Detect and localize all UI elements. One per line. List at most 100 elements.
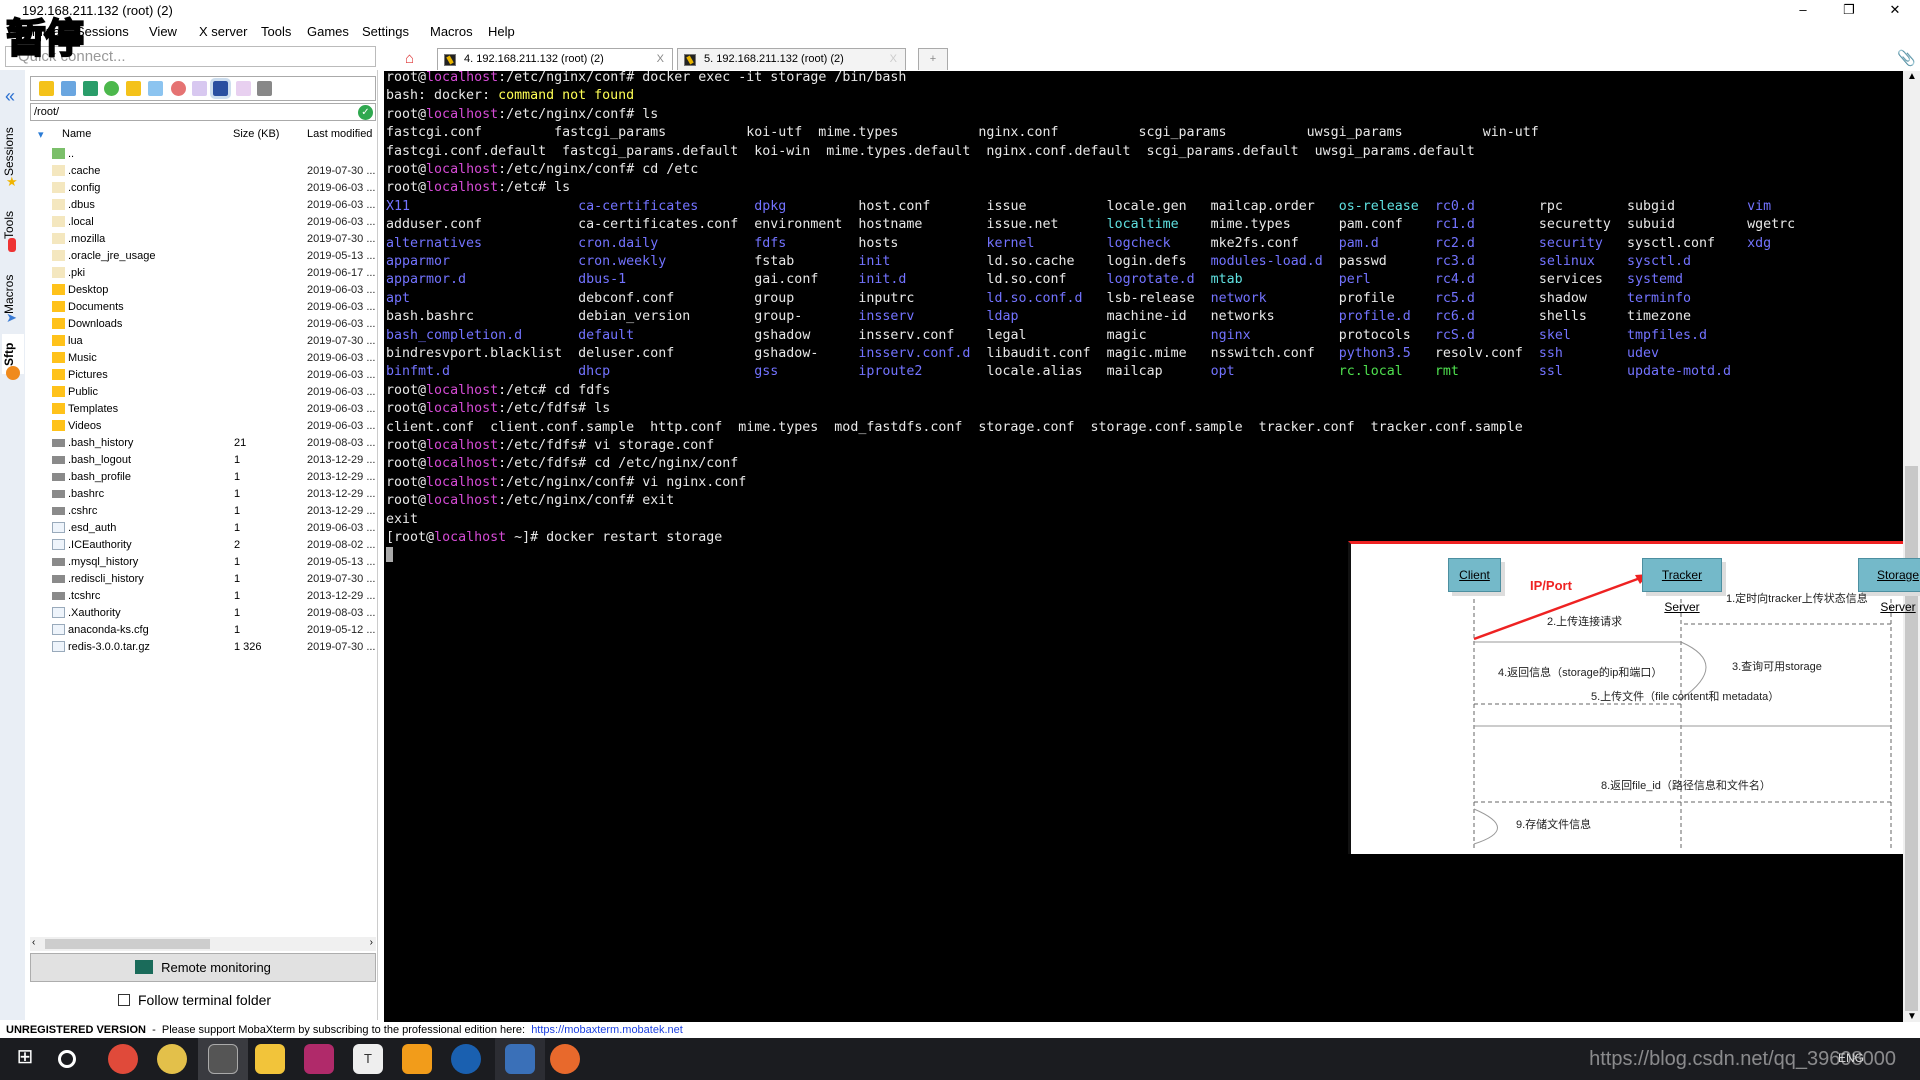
new-file-icon[interactable] [148,81,163,96]
file-row[interactable]: .pki 2019-06-17 ... [30,265,376,282]
file-row[interactable]: Templates 2019-06-03 ... [30,401,376,418]
windows-start-icon[interactable]: ⊞ [10,1044,40,1074]
file-row[interactable]: Music 2019-06-03 ... [30,350,376,367]
ls-entry: selinux [1538,254,1595,269]
file-row[interactable]: anaconda-ks.cfg 1 2019-05-12 ... [30,622,376,639]
menu-xserver[interactable]: X server [199,24,247,39]
minimize-button[interactable]: – [1780,0,1826,22]
file-row[interactable]: .Xauthority 1 2019-08-03 ... [30,605,376,622]
follow-terminal-folder-checkbox[interactable]: Follow terminal folder [118,992,271,1008]
file-name: Templates [68,403,119,415]
mobatek-link[interactable]: https://mobaxterm.mobatek.net [531,1024,683,1036]
file-row[interactable]: .tcshrc 1 2013-12-29 ... [30,588,376,605]
file-row[interactable]: .esd_auth 1 2019-06-03 ... [30,520,376,537]
refresh-icon[interactable] [104,81,119,96]
editor-app-icon[interactable] [505,1044,535,1074]
file-row[interactable]: Videos 2019-06-03 ... [30,418,376,435]
tab-close-icon[interactable]: X [657,49,664,70]
close-button[interactable]: ✕ [1872,0,1918,22]
column-name[interactable]: Name [62,128,91,140]
column-modified[interactable]: Last modified [307,128,372,140]
ls-entry: host.conf [858,198,931,214]
path-input[interactable]: /root/ ✓ [30,103,376,121]
scroll-left-icon[interactable]: ‹ [32,937,35,948]
terminal-line: fastcgi.conf.default fastcgi_params.defa… [386,143,1475,161]
file-row[interactable]: Desktop 2019-06-03 ... [30,282,376,299]
new-tab-button[interactable]: + [918,48,948,70]
terminal-here-icon[interactable] [257,81,272,96]
file-row[interactable]: .dbus 2019-06-03 ... [30,197,376,214]
file-row[interactable]: .cshrc 1 2013-12-29 ... [30,503,376,520]
menu-games[interactable]: Games [307,24,349,39]
yellow-app-icon[interactable] [157,1044,187,1074]
file-row[interactable]: .. [30,146,376,163]
paperclip-icon[interactable]: 📎 [1897,49,1916,67]
scroll-right-icon[interactable]: › [370,937,373,948]
horizontal-scrollbar[interactable]: ‹ › [30,937,376,951]
menu-help[interactable]: Help [488,24,515,39]
file-row[interactable]: .bash_profile 1 2013-12-29 ... [30,469,376,486]
file-term-icon [52,592,65,600]
checkbox[interactable] [118,994,130,1006]
vmware-icon[interactable] [402,1044,432,1074]
wand-icon[interactable] [236,81,251,96]
cortana-icon[interactable] [58,1050,76,1068]
maximize-button[interactable]: ❐ [1826,0,1872,22]
new-folder-icon[interactable] [126,81,141,96]
chrome-icon[interactable] [108,1044,138,1074]
scroll-down-icon[interactable]: ▼ [1907,1011,1917,1022]
home-tab-icon[interactable]: ⌂ [405,50,425,68]
remote-monitoring-button[interactable]: Remote monitoring [30,953,376,982]
scroll-thumb[interactable] [1905,466,1918,1011]
file-row[interactable]: Downloads 2019-06-03 ... [30,316,376,333]
file-row[interactable]: .mozilla 2019-07-30 ... [30,231,376,248]
file-row[interactable]: .cache 2019-07-30 ... [30,163,376,180]
file-row[interactable]: .bash_logout 1 2013-12-29 ... [30,452,376,469]
file-name: .cshrc [68,505,98,517]
menu-sessions[interactable]: Sessions [76,24,129,39]
rename-icon[interactable] [192,81,207,96]
scroll-thumb[interactable] [45,939,210,949]
column-size[interactable]: Size (KB) [233,128,279,140]
file-row[interactable]: .oracle_jre_usage 2019-05-13 ... [30,248,376,265]
tab-session-5[interactable]: 5. 192.168.211.132 (root) (2) X [677,48,906,70]
side-tab-sessions[interactable]: Sessions [2,122,24,182]
file-row[interactable]: Pictures 2019-06-03 ... [30,367,376,384]
delete-icon[interactable] [171,81,186,96]
upload-icon[interactable] [83,81,98,96]
tab-close-icon[interactable]: X [890,49,897,70]
terminal-line: bash: docker: command not found [386,87,634,105]
parent-folder-icon[interactable] [39,81,54,96]
menu-view[interactable]: View [149,24,177,39]
collapse-chevron-icon[interactable]: « [5,86,15,107]
typora-icon[interactable]: T [353,1044,383,1074]
menu-macros[interactable]: Macros [430,24,473,39]
scroll-up-icon[interactable]: ▲ [1907,71,1917,82]
file-row[interactable]: redis-3.0.0.tar.gz 1 326 2019-07-30 ... [30,639,376,656]
file-explorer-icon[interactable] [255,1044,285,1074]
file-row[interactable]: Public 2019-06-03 ... [30,384,376,401]
menu-tools[interactable]: Tools [261,24,291,39]
file-row[interactable]: lua 2019-07-30 ... [30,333,376,350]
file-row[interactable]: .config 2019-06-03 ... [30,180,376,197]
file-row[interactable]: .bash_history 21 2019-08-03 ... [30,435,376,452]
file-name: .bash_history [68,437,134,449]
file-row[interactable]: .ICEauthority 2 2019-08-02 ... [30,537,376,554]
file-row[interactable]: .local 2019-06-03 ... [30,214,376,231]
permissions-icon[interactable] [210,78,231,99]
mobaxterm-icon[interactable] [208,1044,238,1074]
postman-icon[interactable] [550,1044,580,1074]
tab-session-4[interactable]: 4. 192.168.211.132 (root) (2) X [437,48,673,70]
folder-dot-icon [52,216,65,227]
file-row[interactable]: .mysql_history 1 2019-05-13 ... [30,554,376,571]
download-icon[interactable] [61,81,76,96]
check-icon[interactable]: ✓ [358,105,373,120]
file-row[interactable]: .bashrc 1 2013-12-29 ... [30,486,376,503]
intellij-icon[interactable] [304,1044,334,1074]
file-row[interactable]: .rediscli_history 1 2019-07-30 ... [30,571,376,588]
file-row[interactable]: Documents 2019-06-03 ... [30,299,376,316]
menu-settings[interactable]: Settings [362,24,409,39]
ls-entry: rc4.d [1434,272,1475,288]
red-blue-app-icon[interactable] [451,1044,481,1074]
command-text: ls [594,401,611,417]
